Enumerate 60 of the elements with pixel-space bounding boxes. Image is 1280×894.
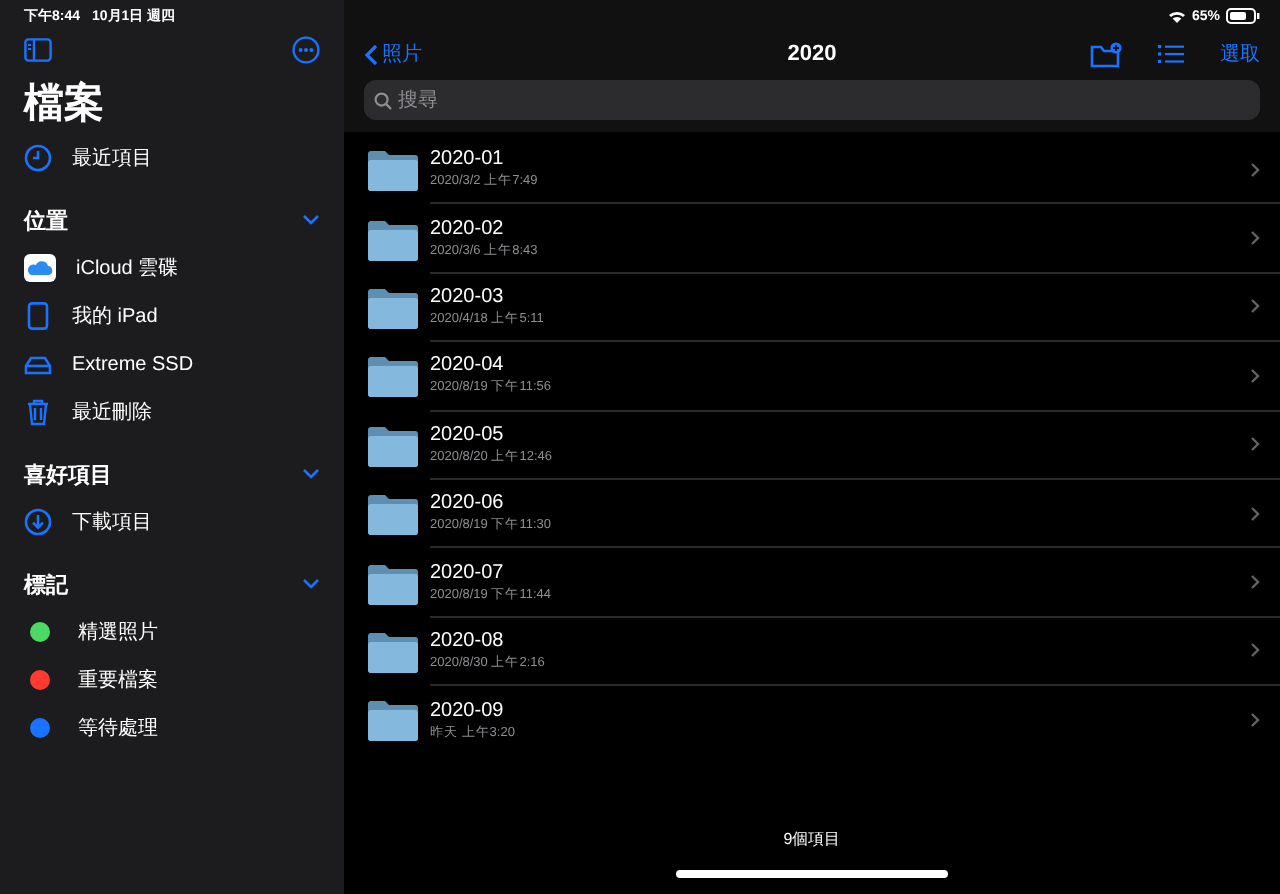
folder-icon[interactable] — [366, 423, 420, 468]
sidebar-item[interactable]: 最近刪除 — [72, 398, 152, 426]
folder-name: 2020-06 — [430, 492, 505, 517]
back-button[interactable]: 照片 — [364, 40, 422, 68]
new-folder-icon[interactable] — [1090, 41, 1122, 67]
folder-icon[interactable] — [366, 561, 420, 606]
folder-icon[interactable] — [366, 354, 420, 399]
list-view-icon[interactable] — [1158, 44, 1184, 64]
chevron-right-icon[interactable] — [1250, 367, 1260, 384]
chevron-down-icon[interactable] — [302, 214, 320, 226]
sidebar-item[interactable]: 精選照片 — [78, 618, 158, 646]
cloud-icon — [24, 254, 56, 282]
folder-name: 2020-03 — [430, 285, 506, 310]
back-chevron-icon — [364, 43, 378, 65]
chevron-right-icon[interactable] — [1250, 298, 1260, 315]
chevron-right-icon[interactable] — [1250, 712, 1260, 729]
folder-name: 2020-08 — [430, 629, 506, 654]
chevron-right-icon[interactable] — [1250, 161, 1260, 178]
sidebar-item[interactable]: 重要檔案 — [78, 666, 158, 694]
section-title: 喜好項目 — [24, 461, 112, 489]
battery-icon — [1226, 8, 1260, 24]
sidebar-item[interactable]: 我的 iPad — [72, 302, 158, 330]
folder-icon[interactable] — [366, 492, 420, 537]
section-title: 位置 — [24, 207, 68, 235]
chevron-right-icon[interactable] — [1250, 230, 1260, 247]
folder-name: 2020-01 — [430, 148, 506, 173]
sidebar-item[interactable]: 下載項目 — [72, 508, 152, 536]
search-field[interactable]: 搜尋 — [364, 80, 1260, 120]
sidebar-title: 檔案 — [24, 80, 106, 128]
chevron-down-icon[interactable] — [302, 578, 320, 590]
folder-name: 2020-09 — [430, 699, 506, 724]
folder-name: 2020-07 — [430, 561, 505, 586]
chevron-right-icon[interactable] — [1250, 505, 1260, 522]
download-icon — [24, 508, 52, 536]
sidebar-item[interactable]: Extreme SSD — [72, 353, 194, 375]
folder-title: 2020 — [787, 42, 837, 66]
folder-icon[interactable] — [366, 629, 420, 674]
clock-icon — [24, 144, 52, 172]
wifi-icon — [1167, 9, 1186, 23]
folder-name: 2020-04 — [430, 354, 505, 379]
select-button[interactable]: 選取 — [1220, 40, 1260, 68]
sidebar-item[interactable]: 等待處理 — [78, 714, 158, 742]
chevron-right-icon[interactable] — [1250, 642, 1260, 659]
more-icon[interactable] — [292, 36, 320, 64]
folder-name: 2020-02 — [430, 217, 506, 242]
folder-icon[interactable] — [366, 285, 420, 330]
chevron-down-icon[interactable] — [302, 468, 320, 480]
trash-icon — [24, 398, 52, 426]
folder-icon[interactable] — [366, 698, 420, 743]
folder-icon[interactable] — [366, 217, 420, 262]
chevron-right-icon[interactable] — [1250, 574, 1260, 591]
folder-icon[interactable] — [366, 148, 420, 193]
sidebar-item[interactable]: iCloud 雲碟 — [76, 254, 179, 282]
tablet-icon — [24, 302, 52, 330]
sidebar-item[interactable]: 最近項目 — [72, 144, 152, 172]
sidebar-icon[interactable] — [24, 38, 52, 62]
folder-name: 2020-05 — [430, 423, 506, 448]
item-count: 9個項目 — [783, 828, 841, 850]
chevron-right-icon[interactable] — [1250, 436, 1260, 453]
section-title: 標記 — [24, 571, 68, 599]
